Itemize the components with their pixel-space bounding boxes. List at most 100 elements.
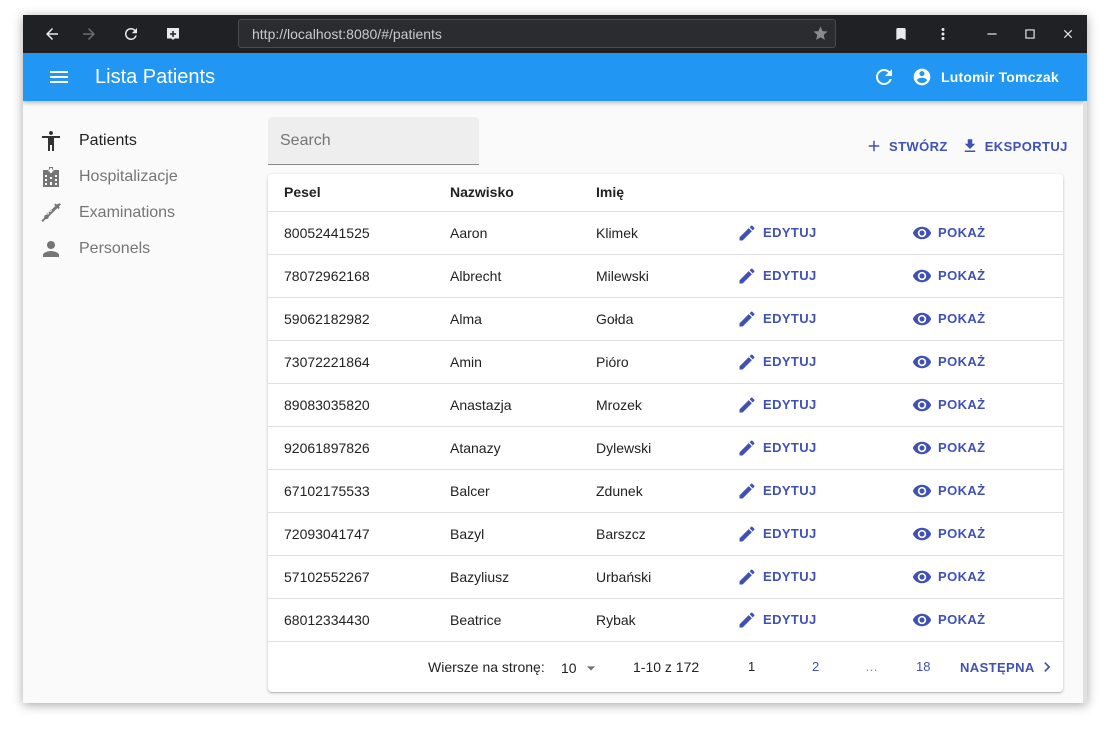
edit-button[interactable]: EDYTUJ [737,223,912,243]
table-row[interactable]: 92061897826 Atanazy Dylewski EDYTUJ POKAŻ [268,426,1063,470]
browser-toolbar: http://localhost:8080/#/patients [23,15,1087,53]
edit-icon [739,439,755,455]
cell-pesel: 67102175533 [268,469,450,513]
column-header-nazwisko[interactable]: Nazwisko [450,174,596,212]
url-text: http://localhost:8080/#/patients [252,26,442,42]
table-row[interactable]: 72093041747 Bazyl Barszcz EDYTUJ POKAŻ [268,512,1063,556]
app-bar: Lista Patients Lutomir Tomczak [23,53,1087,101]
cell-nazwisko: Beatrice [450,598,596,642]
back-icon[interactable] [33,15,71,53]
edit-button[interactable]: EDYTUJ [737,481,912,501]
refresh-icon[interactable] [872,65,896,89]
cell-pesel: 72093041747 [268,512,450,556]
search-input[interactable] [268,117,479,164]
cell-nazwisko: Bazyl [450,512,596,556]
sidebar-item-examinations[interactable]: Examinations [23,195,253,231]
cell-nazwisko: Atanazy [450,426,596,470]
cell-pesel: 57102552267 [268,555,450,599]
cell-show: POKAŻ [912,469,1063,513]
edit-button[interactable]: EDYTUJ [737,309,912,329]
edit-label: EDYTUJ [763,612,817,627]
show-label: POKAŻ [938,569,986,584]
next-page-button[interactable]: NASTĘPNA [960,657,1057,677]
sidebar-item-label: Examinations [79,204,176,221]
reload-icon[interactable] [112,15,150,53]
table-row[interactable]: 78072962168 Albrecht Milewski EDYTUJ POKAŻ [268,254,1063,298]
show-button[interactable]: POKAŻ [912,567,1063,587]
cell-imie: Klimek [596,211,737,255]
create-button[interactable]: STWÓRZ [865,137,948,155]
show-button[interactable]: POKAŻ [912,309,1063,329]
show-button[interactable]: POKAŻ [912,610,1063,630]
cell-imie: Urbański [596,555,737,599]
edit-button[interactable]: EDYTUJ [737,395,912,415]
table-row[interactable]: 57102552267 Bazyliusz Urbański EDYTUJ POKAŻ [268,555,1063,599]
show-label: POKAŻ [938,268,986,283]
sidebar-item-label: Hospitalizacje [79,168,178,185]
show-label: POKAŻ [938,440,986,455]
cell-pesel: 89083035820 [268,383,450,427]
export-button[interactable]: EKSPORTUJ [961,137,1068,155]
table-row[interactable]: 80052441525 Aaron Klimek EDYTUJ POKAŻ [268,211,1063,255]
user-menu-button[interactable]: Lutomir Tomczak [912,65,1059,89]
address-bar[interactable]: http://localhost:8080/#/patients [238,19,836,48]
column-header-show [912,174,1063,212]
cell-imie: Barszcz [596,512,737,556]
sidebar-item-patients[interactable]: Patients [23,123,253,159]
show-button[interactable]: POKAŻ [912,352,1063,372]
show-button[interactable]: POKAŻ [912,223,1063,243]
edit-label: EDYTUJ [763,311,817,326]
column-header-imie[interactable]: Imię [596,174,737,212]
edit-button[interactable]: EDYTUJ [737,352,912,372]
page-title: Lista Patients [95,66,216,88]
edit-button[interactable]: EDYTUJ [737,524,912,544]
show-label: POKAŻ [938,483,986,498]
bookmark-star-icon[interactable] [812,25,829,47]
edit-button[interactable]: EDYTUJ [737,438,912,458]
edit-button[interactable]: EDYTUJ [737,610,912,630]
download-icon [964,139,975,152]
cell-show: POKAŻ [912,211,1063,255]
eye-icon [912,613,932,626]
scrollbar[interactable] [1083,101,1087,703]
column-header-edit [737,174,912,212]
show-button[interactable]: POKAŻ [912,481,1063,501]
edit-button[interactable]: EDYTUJ [737,266,912,286]
cell-edit: EDYTUJ [737,469,912,513]
browser-window: http://localhost:8080/#/patients Lista P… [23,15,1087,703]
rows-per-page-select[interactable]: 10 [561,658,601,678]
table-row[interactable]: 67102175533 Balcer Zdunek EDYTUJ POKAŻ [268,469,1063,513]
page-18[interactable]: 18 [916,659,930,674]
page-2[interactable]: 2 [812,659,819,674]
show-button[interactable]: POKAŻ [912,524,1063,544]
extension-icon[interactable] [154,15,192,53]
more-vert-icon[interactable] [924,15,962,53]
cell-pesel: 92061897826 [268,426,450,470]
forward-icon[interactable] [70,15,108,53]
cell-edit: EDYTUJ [737,254,912,298]
show-button[interactable]: POKAŻ [912,395,1063,415]
edit-button[interactable]: EDYTUJ [737,567,912,587]
table-row[interactable]: 68012334430 Beatrice Rybak EDYTUJ POKAŻ [268,598,1063,642]
search-field[interactable] [268,117,479,165]
cell-show: POKAŻ [912,512,1063,556]
table-row[interactable]: 73072221864 Amin Pióro EDYTUJ POKAŻ [268,340,1063,384]
page-1[interactable]: 1 [748,659,755,674]
menu-icon[interactable] [47,65,71,89]
table-row[interactable]: 59062182982 Alma Gołda EDYTUJ POKAŻ [268,297,1063,341]
sidebar-item-hospitalizacje[interactable]: Hospitalizacje [23,159,253,195]
column-header-pesel[interactable]: Pesel [268,174,450,212]
sidebar-item-label: Personels [79,240,151,257]
close-icon[interactable] [1049,15,1087,53]
edit-label: EDYTUJ [763,569,817,584]
show-button[interactable]: POKAŻ [912,266,1063,286]
show-button[interactable]: POKAŻ [912,438,1063,458]
minimize-icon[interactable] [973,15,1011,53]
table-row[interactable]: 89083035820 Anastazja Mrozek EDYTUJ POKAŻ [268,383,1063,427]
cell-nazwisko: Bazyliusz [450,555,596,599]
sidebar-item-personels[interactable]: Personels [23,231,253,267]
bookmarks-icon[interactable] [882,15,920,53]
edit-icon [739,482,755,498]
cell-pesel: 78072962168 [268,254,450,298]
maximize-icon[interactable] [1011,15,1049,53]
